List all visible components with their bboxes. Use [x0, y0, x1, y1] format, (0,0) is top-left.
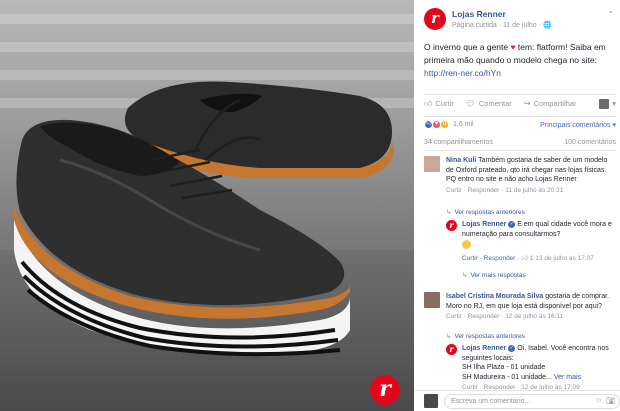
comment-meta[interactable]: Curtir · Responder · 11 de julho às 20:2…: [446, 186, 614, 196]
like-label: Curtir: [435, 99, 454, 108]
page-reply-like-count[interactable]: 1: [530, 255, 534, 262]
wow-reaction-icon[interactable]: o: [440, 120, 449, 129]
view-more-replies-label: Ver mais respostas: [470, 272, 526, 279]
reply-arrow-icon: ↳: [446, 209, 452, 216]
view-previous-replies-link[interactable]: ↳ Ver respostas anteriores: [446, 332, 525, 340]
reactions-bar: 👍︎ ♥ o 1,6 mil Principais comentários ▾: [424, 116, 616, 130]
chevron-down-icon: ▾: [612, 99, 616, 108]
reply-arrow-icon: ↳: [446, 333, 452, 340]
comment-meta[interactable]: Curtir · Responder · 12 de julho às 16:1…: [446, 312, 614, 322]
page-avatar[interactable]: r: [424, 8, 446, 30]
page-reply-name[interactable]: Lojas Renner: [462, 221, 506, 228]
viewer-avatar: [424, 394, 438, 408]
commenter-name[interactable]: Isabel Cristina Mourada Silva: [446, 293, 543, 300]
composer-tools: ☺ 📷︎: [595, 397, 615, 405]
view-previous-replies-link[interactable]: ↳ Ver respostas anteriores: [446, 208, 525, 216]
post-action-bar: 👍︎ Curtir 💬︎ Comentar ↪ Compartilhar ▾: [424, 94, 616, 112]
view-more-replies-link[interactable]: ↳ Ver mais respostas: [462, 271, 526, 279]
page-reply-line2: SH Madureira - 01 unidade...: [462, 373, 552, 381]
page-reply-meta: Curtir · Responder · 👍︎ 1 13 de julho às…: [462, 254, 614, 264]
commenter-avatar[interactable]: [424, 156, 440, 172]
share-label: Compartilhar: [533, 99, 577, 108]
post-text-part1: O inverno que a gente: [424, 42, 511, 52]
verified-badge-icon: ✓: [508, 344, 516, 352]
post-options-chevron-icon[interactable]: ⌄: [607, 6, 614, 15]
commenter-avatar[interactable]: [424, 292, 440, 308]
comment-input-placeholder: Escreva um comentário...: [451, 397, 531, 405]
post-header: r Lojas Renner Página curtida · 11 de ju…: [424, 6, 614, 34]
share-count[interactable]: 34 compartilhamentos: [424, 139, 493, 146]
comment-sort-dropdown[interactable]: Principais comentários ▾: [540, 121, 616, 129]
post-meta: Página curtida · 11 de julho · 🌐: [452, 21, 552, 29]
smile-emoji-icon: [462, 240, 471, 249]
viewer-avatar: [599, 98, 610, 109]
page-reply-avatar[interactable]: r: [446, 344, 457, 355]
flatform-shoes-illustration: [14, 81, 394, 357]
post-meta-text[interactable]: Página curtida · 11 de julho ·: [452, 22, 541, 29]
page-reply-actions[interactable]: Curtir · Responder ·: [462, 255, 519, 262]
camera-icon[interactable]: 📷︎: [606, 397, 615, 405]
post-side-panel: r Lojas Renner Página curtida · 11 de ju…: [414, 0, 620, 411]
view-previous-replies-label: Ver respostas anteriores: [454, 209, 525, 216]
comment-icon: 💬︎: [465, 99, 476, 108]
share-comment-counts: 34 compartilhamentos 100 comentários: [424, 139, 616, 146]
page-reply-name[interactable]: Lojas Renner: [462, 345, 506, 352]
reply-arrow-icon: ↳: [462, 272, 468, 279]
share-button[interactable]: ↪ Compartilhar: [524, 99, 577, 108]
view-previous-replies-label: Ver respostas anteriores: [454, 333, 525, 340]
reaction-count[interactable]: 1,6 mil: [453, 121, 474, 128]
commenter-name[interactable]: Nina Kuli: [446, 157, 476, 164]
post-body-text: O inverno que a gente ♥ tem: flatform! S…: [424, 41, 616, 80]
comment-label: Comentar: [478, 99, 512, 108]
verified-badge-icon: ✓: [508, 220, 516, 228]
share-icon: ↪: [523, 99, 531, 108]
globe-icon: 🌐: [542, 22, 552, 29]
post-link[interactable]: http://ren-ner.co/hYn: [424, 68, 501, 78]
see-more-link[interactable]: Ver mais: [554, 374, 581, 381]
emoji-icon[interactable]: ☺: [595, 397, 602, 405]
divider: [424, 150, 616, 151]
comment-count[interactable]: 100 comentários: [564, 139, 616, 146]
comment-input[interactable]: Escreva um comentário... ☺ 📷︎: [444, 393, 620, 409]
page-reply-time[interactable]: 13 de julho às 17:07: [535, 255, 594, 262]
comment-button[interactable]: 💬︎ Comentar: [466, 99, 512, 108]
like-count-icon: 👍︎: [521, 254, 529, 262]
page-reply-line1: SH Ilha Plaza - 01 unidade: [462, 364, 546, 371]
renner-logo-badge: r: [370, 375, 400, 405]
post-as-selector[interactable]: ▾: [599, 98, 616, 109]
like-button[interactable]: 👍︎ Curtir: [424, 99, 454, 109]
thumbs-up-icon: 👍︎: [424, 98, 433, 108]
page-name-link[interactable]: Lojas Renner: [452, 9, 506, 19]
page-reply-avatar[interactable]: r: [446, 220, 457, 231]
comment-composer: Escreva um comentário... ☺ 📷︎: [414, 390, 620, 411]
post-photo[interactable]: r: [0, 0, 414, 411]
